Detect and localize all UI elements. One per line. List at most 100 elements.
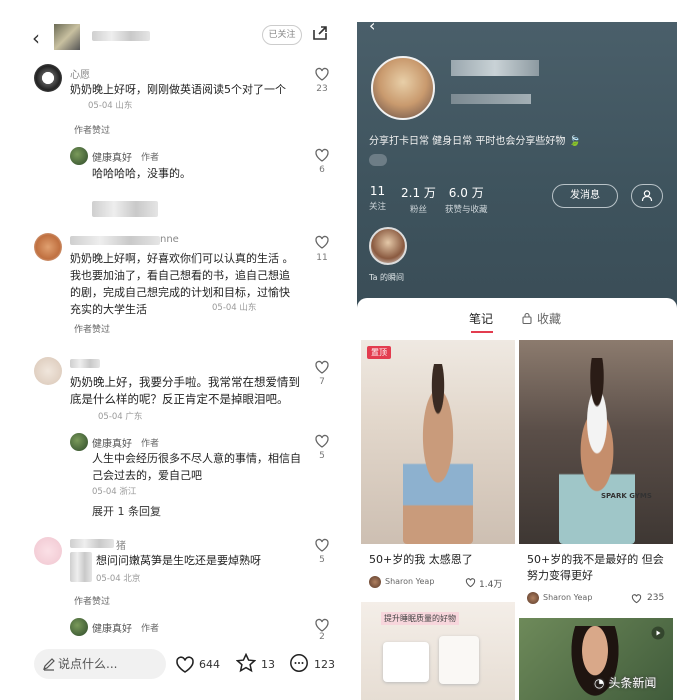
weibo-icon: ◔ (594, 676, 605, 690)
comment-text: 人生中会经历很多不尽人意的事情，相信自己会过去的，爱自己吧 (92, 452, 301, 482)
commenter-name-blurred (70, 236, 160, 245)
commenter-name[interactable]: 猪 (116, 537, 126, 552)
like-count: 23 (316, 84, 328, 94)
add-user-button[interactable] (631, 184, 663, 208)
stat-likes[interactable]: 6.0 万获赞与收藏 (445, 184, 488, 215)
comment-date: 05-04 山东 (88, 101, 133, 111)
heart-icon[interactable] (314, 433, 330, 449)
commenter-name-blurred (70, 359, 100, 368)
like-count: 6 (319, 165, 325, 175)
product-shape (439, 636, 479, 684)
user-avatar (527, 592, 539, 604)
commenter-name[interactable]: 健康真好 (92, 149, 132, 164)
comment-text: 想问问嫩莴笋是生吃还是要焯熟呀 (96, 554, 261, 567)
heart-icon[interactable] (314, 66, 330, 82)
comment-date: 05-04 浙江 (92, 487, 137, 497)
heart-icon[interactable] (314, 147, 330, 163)
tab-notes[interactable]: 笔记 (469, 310, 493, 327)
expand-replies-link[interactable]: 展开 1 条回复 (92, 503, 161, 520)
followed-button[interactable]: 已关注 (262, 25, 302, 45)
profile-id-blurred (451, 94, 531, 104)
user-name: Sharon Yeap (385, 577, 435, 586)
user-name: Sharon Yeap (543, 593, 593, 602)
stat-following[interactable]: 11 关注 (369, 184, 386, 212)
bottom-bar: 说点什么... 644 13 123 (0, 640, 345, 690)
note-card[interactable]: 提升睡眠质量的好物 (361, 602, 515, 700)
share-icon[interactable] (311, 24, 329, 42)
story-label: Ta 的瞬间 (369, 273, 405, 282)
author-liked-tag: 作者赞过 (74, 597, 111, 607)
product-shape (383, 642, 429, 682)
stars-count: 13 (261, 658, 275, 671)
author-badge: 作者 (141, 439, 160, 449)
note-image[interactable]: 提升睡眠质量的好物 (361, 602, 515, 700)
comment-date: 05-04 广东 (98, 412, 143, 422)
story-avatar[interactable] (369, 227, 407, 265)
heart-icon[interactable] (314, 359, 330, 375)
leaf-icon: 🍃 (568, 136, 581, 147)
pencil-icon (43, 658, 55, 671)
comment-date: 05-04 北京 (96, 574, 141, 584)
heart-icon[interactable] (175, 654, 195, 674)
avatar[interactable] (34, 537, 62, 565)
avatar[interactable] (34, 64, 62, 92)
author-badge: 作者 (141, 624, 160, 634)
profile-tabs: 笔记 收藏 (357, 298, 677, 338)
commenter-name[interactable]: nne (160, 234, 179, 245)
watermark: ◔ 头条新闻 (594, 676, 657, 690)
comment-text: 奶奶晚上好，我要分手啦。我常常在想爱情到底是什么样的呢？反正肯定不是掉眼泪吧。 (70, 375, 300, 406)
note-card[interactable]: SPARK GYMS 50+岁的我不是最好的 但会努力变得更好 Sharon Y… (519, 340, 673, 604)
like-count: 7 (319, 377, 325, 387)
like-count: 5 (319, 555, 325, 565)
profile-avatar[interactable] (371, 56, 435, 120)
comment-date: 05-04 山东 (212, 303, 257, 313)
heart-icon[interactable] (631, 593, 642, 604)
person-figure (403, 364, 473, 544)
heart-icon[interactable] (465, 577, 476, 588)
message-button[interactable]: 发消息 (552, 184, 618, 208)
avatar[interactable] (70, 147, 88, 165)
author-liked-tag: 作者赞过 (74, 126, 111, 136)
note-image[interactable]: SPARK GYMS (519, 340, 673, 544)
comment-header: ‹ 已关注 (0, 22, 345, 50)
heart-icon[interactable] (314, 537, 330, 553)
author-avatar[interactable] (54, 24, 80, 50)
gym-sign: SPARK GYMS (601, 492, 652, 500)
back-icon[interactable]: ‹ (32, 26, 40, 50)
likes-count: 644 (199, 658, 220, 671)
comment-text: 哈哈哈哈，没事的。 (92, 167, 191, 180)
back-icon[interactable]: ‹ (369, 22, 375, 35)
avatar[interactable] (70, 433, 88, 451)
add-user-icon (641, 190, 653, 202)
note-likes: 235 (647, 593, 665, 603)
tab-collect[interactable]: 收藏 (537, 310, 561, 327)
video-icon (651, 626, 665, 640)
commenter-name[interactable]: 健康真好 (92, 620, 132, 635)
heart-icon[interactable] (314, 617, 330, 633)
note-title: 50+岁的我 太感恩了 (369, 553, 473, 566)
commenter-name[interactable]: 心愿 (70, 66, 90, 81)
commenter-name[interactable]: 健康真好 (92, 435, 132, 450)
note-likes: 1.4万 (479, 580, 503, 590)
author-liked-tag: 作者赞过 (74, 325, 111, 335)
pinned-badge: 置顶 (367, 346, 391, 359)
avatar[interactable] (70, 618, 88, 636)
star-icon[interactable] (236, 653, 256, 673)
profile-name-blurred (451, 60, 539, 76)
note-card[interactable]: 置顶 50+岁的我 太感恩了 Sharon Yeap 1.4万 (361, 340, 515, 592)
profile-header: ‹ 分享打卡日常 健身日常 平时也会分享些好物 🍃 11 关注 2.1 万粉丝 6… (357, 22, 677, 312)
mosaic-block (70, 552, 92, 582)
comments-count: 123 (314, 658, 335, 671)
user-avatar (369, 576, 381, 588)
person-figure (559, 358, 635, 544)
mosaic-block (92, 201, 158, 217)
note-image[interactable]: 置顶 (361, 340, 515, 544)
like-count: 11 (316, 253, 328, 263)
gender-badge (369, 154, 387, 166)
stat-followers[interactable]: 2.1 万粉丝 (401, 184, 436, 215)
avatar[interactable] (34, 357, 62, 385)
heart-icon[interactable] (314, 234, 330, 250)
commenter-name-blurred (70, 539, 114, 548)
comment-icon[interactable] (289, 653, 309, 673)
avatar[interactable] (34, 233, 62, 261)
